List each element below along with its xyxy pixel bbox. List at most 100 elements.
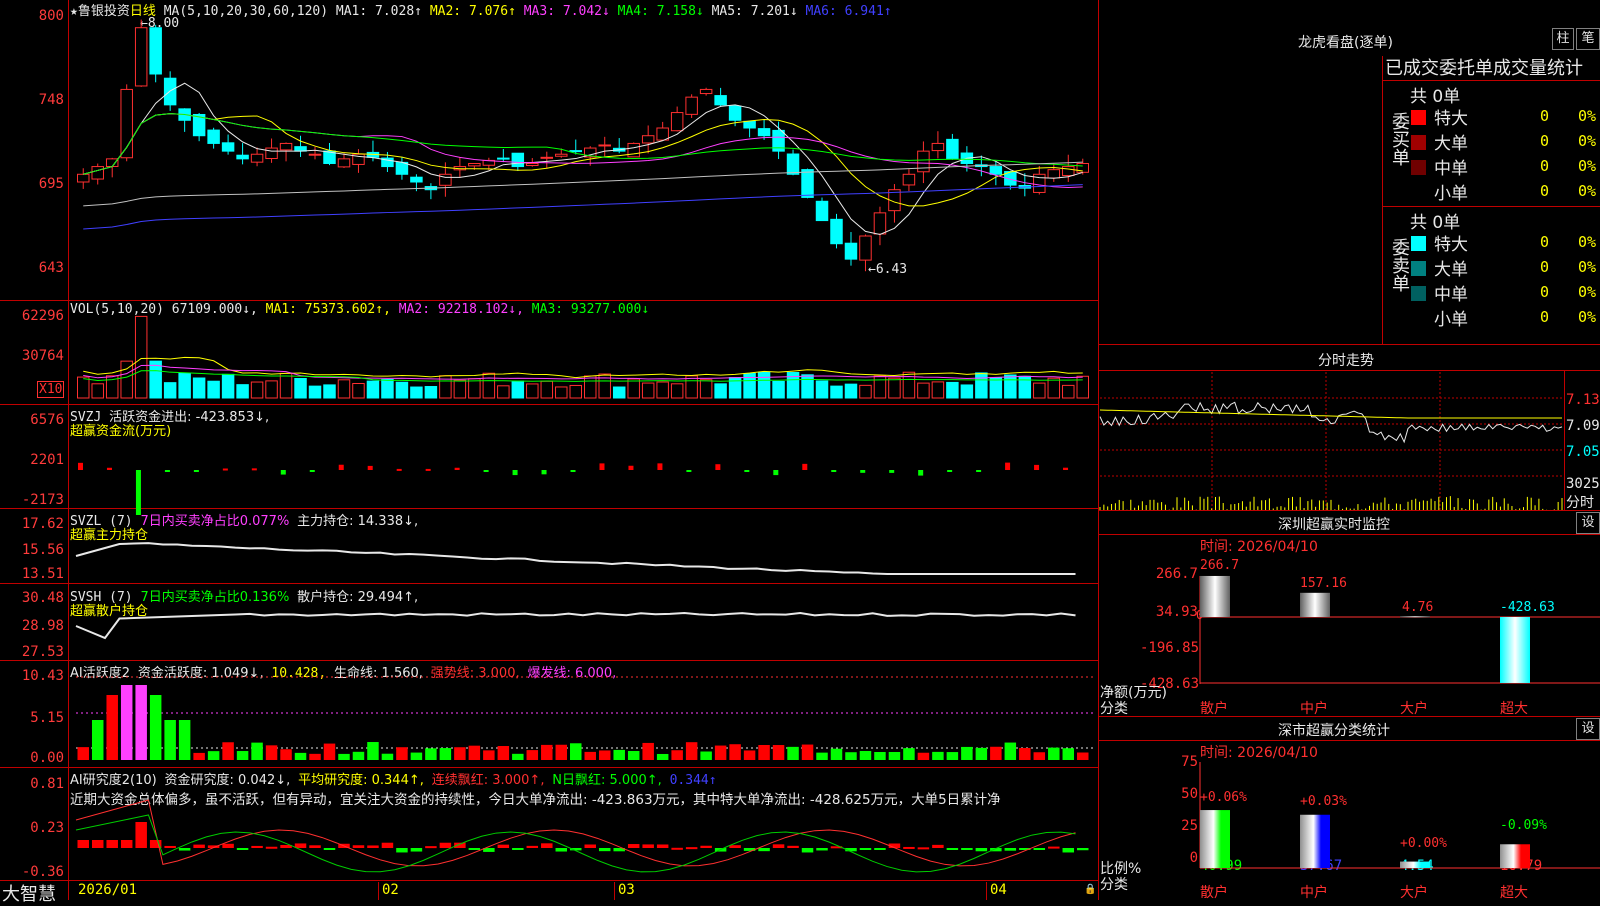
volume-bar bbox=[468, 378, 481, 399]
candle bbox=[250, 153, 264, 163]
candle bbox=[685, 96, 698, 115]
activity-bar bbox=[1004, 742, 1017, 760]
volume-bar bbox=[207, 380, 220, 399]
activity-bar bbox=[729, 744, 741, 760]
research-bar bbox=[932, 844, 944, 848]
sell-row-count: 0 bbox=[1540, 283, 1550, 301]
activity-bar bbox=[77, 747, 89, 760]
activity-bar bbox=[642, 742, 654, 760]
research-bar bbox=[352, 845, 365, 848]
research-bar bbox=[598, 848, 611, 852]
research-bar bbox=[91, 840, 104, 848]
activity-bar bbox=[1048, 747, 1060, 760]
classify-value: 4.54 bbox=[1400, 858, 1434, 874]
fund-flow-bar bbox=[715, 464, 721, 470]
activity-bar bbox=[613, 749, 625, 760]
fund-flow-bar bbox=[512, 470, 518, 476]
activity-bar bbox=[1033, 752, 1046, 760]
ma-line bbox=[83, 82, 1083, 235]
buy-color-swatch bbox=[1411, 110, 1426, 125]
buy-row-name: 中单 bbox=[1434, 159, 1468, 179]
monitor-category: 大户 bbox=[1400, 701, 1428, 717]
activity-bar bbox=[178, 720, 191, 760]
research-bar bbox=[1004, 848, 1017, 851]
research-bar bbox=[700, 845, 712, 848]
sell-row-count: 0 bbox=[1540, 258, 1550, 276]
fund-flow-bar bbox=[889, 470, 895, 473]
buy-row-percent: 0% bbox=[1578, 132, 1597, 150]
volume-bar bbox=[221, 373, 235, 399]
fund-flow-bar bbox=[657, 463, 663, 470]
activity-bar bbox=[381, 753, 394, 760]
activity-bar bbox=[859, 750, 872, 760]
activity-bar bbox=[671, 750, 683, 760]
fund-flow-bar bbox=[425, 468, 431, 471]
volume-bar bbox=[149, 360, 162, 399]
research-bar bbox=[627, 844, 640, 848]
buy-row-count: 0 bbox=[1540, 107, 1550, 125]
research-bar bbox=[961, 848, 973, 850]
volume-bar bbox=[120, 360, 133, 399]
research-bar bbox=[309, 845, 321, 848]
research-bar bbox=[685, 847, 698, 850]
candle bbox=[786, 153, 800, 175]
monitor-axis-label: 34.93 bbox=[1155, 604, 1198, 620]
activity-bar bbox=[309, 753, 321, 760]
research-bar bbox=[917, 847, 930, 850]
research-bar bbox=[874, 848, 886, 850]
volume-bar bbox=[511, 380, 525, 399]
volume-bar bbox=[337, 379, 351, 399]
candle bbox=[1047, 169, 1061, 179]
activity-bar bbox=[512, 753, 524, 760]
monitor-time: 时间: 2026/04/10 bbox=[1200, 539, 1318, 555]
classify-settings-button[interactable]: 设 bbox=[1576, 718, 1600, 740]
activity-bar bbox=[830, 748, 843, 760]
activity-bar bbox=[410, 752, 423, 760]
candle bbox=[670, 112, 684, 132]
buy-color-swatch bbox=[1411, 135, 1426, 150]
research-bar bbox=[729, 845, 741, 848]
candle bbox=[555, 153, 568, 157]
kline-chart[interactable] bbox=[0, 0, 1098, 900]
classify-change: +0.03% bbox=[1300, 794, 1347, 809]
volume-bar bbox=[395, 381, 409, 399]
candle bbox=[410, 176, 423, 183]
buy-color-swatch bbox=[1411, 160, 1426, 175]
volume-bar bbox=[888, 377, 901, 399]
fund-flow-bar bbox=[860, 470, 866, 473]
tick-view-button[interactable]: 笔 bbox=[1576, 28, 1600, 50]
activity-bar bbox=[91, 720, 104, 760]
fund-flow-bar bbox=[251, 468, 257, 471]
monitor-settings-button[interactable]: 设 bbox=[1576, 512, 1600, 534]
fund-flow-bar bbox=[802, 463, 808, 470]
volume-bar bbox=[1062, 384, 1075, 399]
activity-bar bbox=[541, 744, 553, 760]
volume-bar bbox=[584, 375, 597, 399]
bar-view-button[interactable]: 柱 bbox=[1552, 28, 1574, 50]
fund-flow-bar bbox=[976, 470, 982, 472]
activity-bar bbox=[570, 743, 582, 760]
activity-bar bbox=[584, 751, 596, 760]
activity-bar bbox=[598, 750, 611, 760]
fund-flow-bar bbox=[222, 468, 228, 471]
fund-flow-bar bbox=[918, 470, 924, 476]
fund-flow-bar bbox=[164, 470, 170, 472]
activity-bar bbox=[149, 695, 162, 760]
ma-line bbox=[83, 161, 1083, 207]
research-bar bbox=[323, 848, 336, 850]
candle bbox=[743, 120, 756, 129]
research-bar bbox=[787, 845, 799, 848]
fund-flow-bar bbox=[1034, 464, 1040, 470]
candle bbox=[207, 129, 220, 144]
fund-flow-bar bbox=[280, 470, 286, 475]
intraday-unit: 分时 bbox=[1566, 495, 1594, 511]
volume-bar bbox=[134, 315, 148, 399]
volume-bar bbox=[163, 382, 177, 399]
volume-bar bbox=[323, 384, 336, 399]
activity-bar bbox=[801, 744, 814, 760]
activity-bar bbox=[714, 745, 727, 760]
fund-flow-bar bbox=[773, 470, 779, 476]
activity-bar bbox=[932, 751, 944, 760]
research-bar bbox=[251, 845, 263, 848]
fund-flow-bar bbox=[106, 467, 112, 470]
